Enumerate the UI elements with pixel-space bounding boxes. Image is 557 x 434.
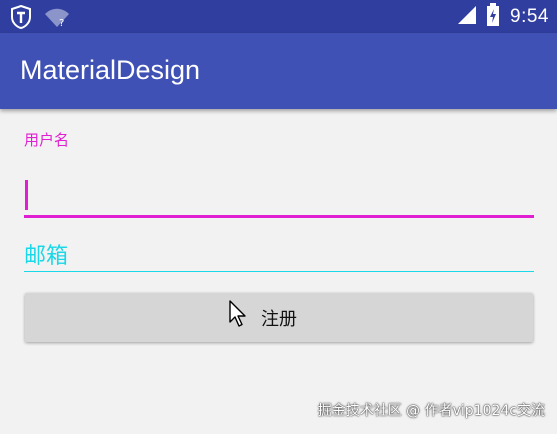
- svg-text:?: ?: [59, 18, 64, 28]
- shield-app-icon: [10, 5, 32, 29]
- signal-icon: [456, 4, 478, 30]
- username-field[interactable]: 用户名: [24, 129, 534, 218]
- form-content: 用户名 邮箱 注册: [0, 109, 557, 434]
- username-input[interactable]: [24, 159, 534, 195]
- username-label: 用户名: [24, 131, 70, 149]
- email-underline: [24, 271, 534, 272]
- email-field[interactable]: 邮箱: [24, 235, 534, 275]
- watermark: 掘金技术社区 @ 作者vip1024c交流: [317, 403, 545, 419]
- wifi-unknown-icon: ?: [44, 6, 70, 28]
- battery-charging-icon: [486, 2, 500, 31]
- email-input[interactable]: [24, 235, 534, 271]
- register-button[interactable]: 注册: [25, 293, 533, 342]
- username-underline: [24, 215, 534, 218]
- status-right: 9:54: [456, 2, 549, 31]
- app-title: MaterialDesign: [20, 55, 201, 85]
- app-bar: MaterialDesign: [0, 33, 557, 109]
- status-left: ?: [10, 5, 70, 29]
- status-time: 9:54: [510, 5, 549, 27]
- status-bar: ? 9:54: [0, 0, 557, 33]
- mouse-pointer-icon: [229, 300, 247, 332]
- text-cursor: [25, 180, 28, 210]
